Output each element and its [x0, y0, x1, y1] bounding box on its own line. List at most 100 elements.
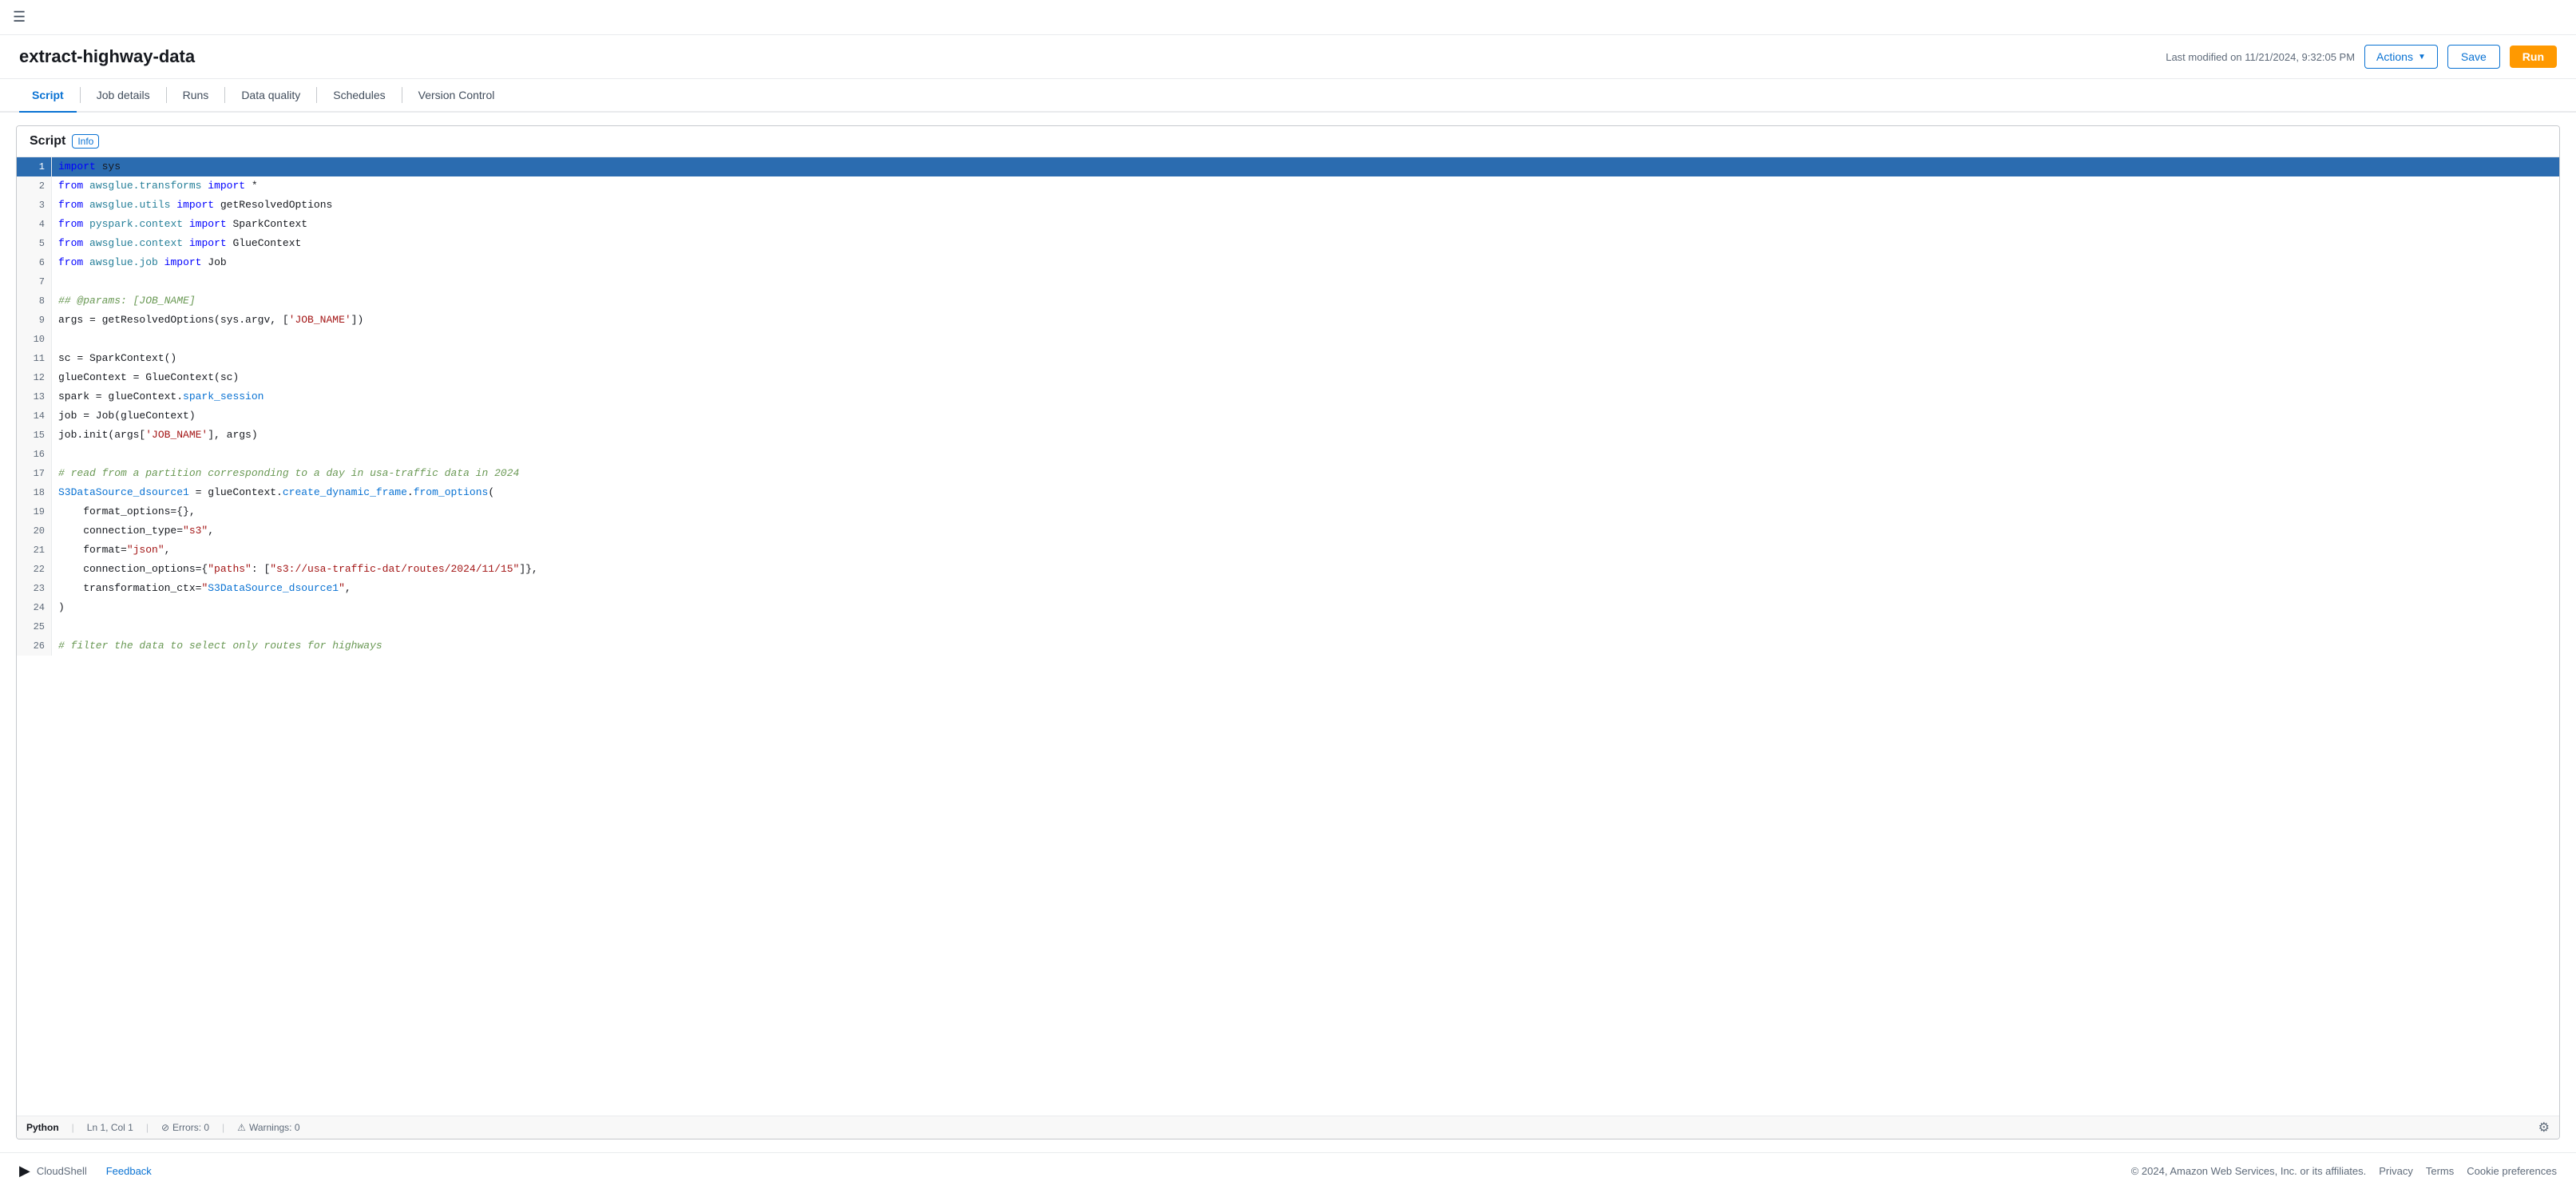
- line-number-2: 2: [17, 176, 52, 196]
- language-indicator: Python: [26, 1122, 59, 1133]
- code-content-11: sc = SparkContext(): [52, 349, 2559, 368]
- warnings-status: ⚠ Warnings: 0: [237, 1122, 299, 1133]
- line-number-10: 10: [17, 330, 52, 349]
- code-content-25: [52, 617, 2559, 636]
- line-number-20: 20: [17, 521, 52, 541]
- top-bar: ☰: [0, 0, 2576, 35]
- actions-label: Actions: [2376, 50, 2413, 63]
- tab-runs[interactable]: Runs: [170, 79, 222, 113]
- code-editor[interactable]: 1import sys2from awsglue.transforms impo…: [17, 157, 2559, 1116]
- code-content-15: job.init(args['JOB_NAME'], args): [52, 426, 2559, 445]
- line-number-15: 15: [17, 426, 52, 445]
- privacy-link[interactable]: Privacy: [2379, 1165, 2413, 1177]
- code-line-6: 6from awsglue.job import Job: [17, 253, 2559, 272]
- code-content-16: [52, 445, 2559, 464]
- settings-gear-icon[interactable]: ⚙: [2538, 1120, 2550, 1135]
- code-content-8: ## @params: [JOB_NAME]: [52, 291, 2559, 311]
- info-badge[interactable]: Info: [72, 134, 99, 149]
- code-content-4: from pyspark.context import SparkContext: [52, 215, 2559, 234]
- last-modified-text: Last modified on 11/21/2024, 9:32:05 PM: [2166, 51, 2355, 63]
- run-button[interactable]: Run: [2510, 46, 2557, 68]
- code-content-18: S3DataSource_dsource1 = glueContext.crea…: [52, 483, 2559, 502]
- line-number-16: 16: [17, 445, 52, 464]
- code-content-22: connection_options={"paths": ["s3://usa-…: [52, 560, 2559, 579]
- code-content-13: spark = glueContext.spark_session: [52, 387, 2559, 406]
- script-panel-title: Script: [30, 134, 65, 149]
- tab-divider-2: [166, 87, 167, 103]
- footer-left: ▶ CloudShell Feedback: [19, 1163, 152, 1179]
- tab-version-control[interactable]: Version Control: [406, 79, 508, 113]
- code-line-21: 21 format="json",: [17, 541, 2559, 560]
- code-content-24: ): [52, 598, 2559, 617]
- tabs-bar: Script Job details Runs Data quality Sch…: [0, 79, 2576, 113]
- code-line-17: 17# read from a partition corresponding …: [17, 464, 2559, 483]
- code-line-22: 22 connection_options={"paths": ["s3://u…: [17, 560, 2559, 579]
- tab-divider-4: [316, 87, 317, 103]
- code-content-9: args = getResolvedOptions(sys.argv, ['JO…: [52, 311, 2559, 330]
- status-separator-3: |: [222, 1122, 224, 1133]
- code-line-25: 25: [17, 617, 2559, 636]
- line-number-7: 7: [17, 272, 52, 291]
- line-number-18: 18: [17, 483, 52, 502]
- cloudshell-icon: ▶: [19, 1163, 30, 1179]
- cloudshell-label[interactable]: CloudShell: [37, 1165, 87, 1177]
- line-number-26: 26: [17, 636, 52, 656]
- script-panel: Script Info 1import sys2from awsglue.tra…: [16, 125, 2560, 1139]
- code-content-10: [52, 330, 2559, 349]
- code-content-26: # filter the data to select only routes …: [52, 636, 2559, 656]
- code-line-9: 9args = getResolvedOptions(sys.argv, ['J…: [17, 311, 2559, 330]
- line-number-14: 14: [17, 406, 52, 426]
- status-right: ⚙: [2538, 1120, 2550, 1135]
- code-line-15: 15job.init(args['JOB_NAME'], args): [17, 426, 2559, 445]
- tab-divider-1: [80, 87, 81, 103]
- copyright-text: © 2024, Amazon Web Services, Inc. or its…: [2131, 1165, 2367, 1177]
- code-line-23: 23 transformation_ctx="S3DataSource_dsou…: [17, 579, 2559, 598]
- line-number-23: 23: [17, 579, 52, 598]
- code-line-26: 26# filter the data to select only route…: [17, 636, 2559, 656]
- code-line-4: 4from pyspark.context import SparkContex…: [17, 215, 2559, 234]
- cookie-link[interactable]: Cookie preferences: [2467, 1165, 2557, 1177]
- save-button[interactable]: Save: [2447, 45, 2500, 69]
- code-content-23: transformation_ctx="S3DataSource_dsource…: [52, 579, 2559, 598]
- line-number-1: 1: [17, 157, 52, 176]
- code-line-5: 5from awsglue.context import GlueContext: [17, 234, 2559, 253]
- code-content-3: from awsglue.utils import getResolvedOpt…: [52, 196, 2559, 215]
- warnings-count: Warnings: 0: [249, 1122, 300, 1133]
- chevron-down-icon: ▼: [2418, 53, 2426, 61]
- code-content-20: connection_type="s3",: [52, 521, 2559, 541]
- code-content-6: from awsglue.job import Job: [52, 253, 2559, 272]
- terms-link[interactable]: Terms: [2426, 1165, 2454, 1177]
- footer: ▶ CloudShell Feedback © 2024, Amazon Web…: [0, 1152, 2576, 1189]
- line-number-4: 4: [17, 215, 52, 234]
- code-line-2: 2from awsglue.transforms import *: [17, 176, 2559, 196]
- code-content-21: format="json",: [52, 541, 2559, 560]
- tab-schedules[interactable]: Schedules: [320, 79, 398, 113]
- line-number-21: 21: [17, 541, 52, 560]
- code-line-10: 10: [17, 330, 2559, 349]
- header-actions: Last modified on 11/21/2024, 9:32:05 PM …: [2166, 45, 2557, 69]
- footer-right: © 2024, Amazon Web Services, Inc. or its…: [2131, 1165, 2557, 1177]
- status-separator-2: |: [146, 1122, 149, 1133]
- code-line-7: 7: [17, 272, 2559, 291]
- line-number-19: 19: [17, 502, 52, 521]
- line-number-25: 25: [17, 617, 52, 636]
- code-line-19: 19 format_options={},: [17, 502, 2559, 521]
- tab-data-quality[interactable]: Data quality: [228, 79, 313, 113]
- line-number-5: 5: [17, 234, 52, 253]
- feedback-label[interactable]: Feedback: [106, 1165, 152, 1177]
- actions-button[interactable]: Actions ▼: [2364, 45, 2438, 69]
- code-line-12: 12glueContext = GlueContext(sc): [17, 368, 2559, 387]
- code-line-20: 20 connection_type="s3",: [17, 521, 2559, 541]
- tab-script[interactable]: Script: [19, 79, 77, 113]
- code-line-8: 8## @params: [JOB_NAME]: [17, 291, 2559, 311]
- status-bar: Python | Ln 1, Col 1 | ⊘ Errors: 0 | ⚠ W…: [17, 1116, 2559, 1139]
- line-number-22: 22: [17, 560, 52, 579]
- line-number-13: 13: [17, 387, 52, 406]
- tab-job-details[interactable]: Job details: [84, 79, 163, 113]
- menu-icon[interactable]: ☰: [13, 9, 26, 26]
- tab-divider-3: [224, 87, 225, 103]
- header: extract-highway-data Last modified on 11…: [0, 35, 2576, 79]
- status-separator-1: |: [72, 1122, 74, 1133]
- line-number-12: 12: [17, 368, 52, 387]
- code-content-14: job = Job(glueContext): [52, 406, 2559, 426]
